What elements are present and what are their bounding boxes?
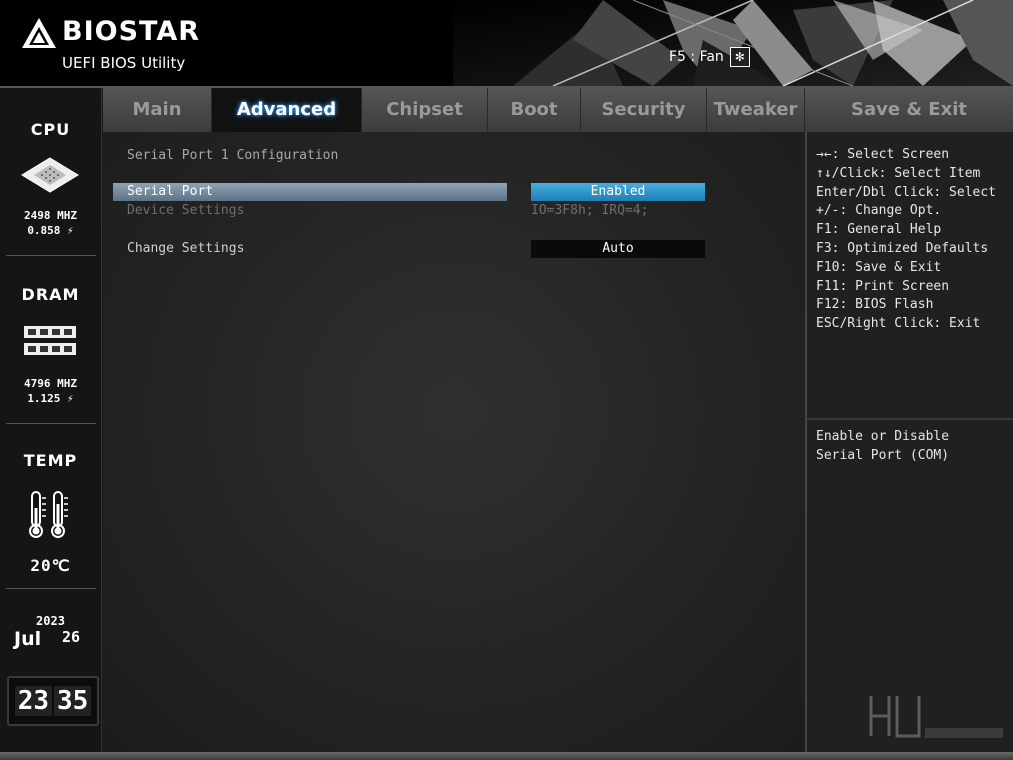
watermark-logo	[869, 696, 1003, 738]
date-year: 2023	[36, 614, 65, 628]
header-art	[453, 0, 1013, 86]
clock-minutes: 35	[54, 686, 92, 716]
tab-main[interactable]: Main	[103, 88, 212, 132]
sidebar-divider	[6, 588, 96, 589]
key-help-item: F3: Optimized Defaults	[816, 240, 989, 256]
date-day: 26	[62, 628, 81, 646]
key-help-item: ESC/Right Click: Exit	[816, 316, 981, 332]
dram-voltage: 1.125 ⚡	[27, 392, 74, 405]
brand-name: BIOSTAR	[62, 16, 201, 47]
brand-subtitle: UEFI BIOS Utility	[62, 54, 186, 72]
bottom-bar	[0, 752, 1013, 760]
key-help-item: F1: General Help	[816, 222, 942, 238]
device-settings-value: IO=3F8h; IRQ=4;	[531, 203, 649, 218]
tab-boot[interactable]: Boot	[488, 88, 581, 132]
section-title: Serial Port 1 Configuration	[127, 148, 339, 163]
settings-panel: Serial Port 1 Configuration Serial Port …	[103, 132, 807, 752]
menu-tabs: Main Advanced Chipset Boot Security Twea…	[103, 88, 1013, 132]
key-help-item: ↑↓/Click: Select Item	[816, 165, 981, 181]
description-line: Serial Port (COM)	[816, 447, 950, 463]
cpu-frequency: 2498 MHZ	[24, 209, 77, 222]
clock: 23 35	[7, 676, 99, 726]
fan-icon: ✻	[729, 47, 750, 67]
thermometer-icon	[29, 491, 68, 538]
dram-label: DRAM	[21, 285, 80, 304]
change-settings-value[interactable]: Auto	[531, 240, 705, 258]
tab-security[interactable]: Security	[581, 88, 707, 132]
cpu-icon	[21, 157, 79, 193]
system-info-sidebar: CPU 2498 MHZ 0.858 ⚡ DRAM 4796 MHZ 1.125…	[0, 88, 102, 760]
clock-hours: 23	[14, 686, 52, 716]
key-help-list: →←: Select Screen ↑↓/Click: Select Item …	[816, 146, 996, 334]
key-help-item: F10: Save & Exit	[816, 259, 942, 275]
cpu-label: CPU	[30, 120, 71, 139]
temp-value: 20℃	[30, 556, 71, 575]
tab-chipset[interactable]: Chipset	[362, 88, 488, 132]
sidebar-divider	[6, 423, 96, 424]
cpu-voltage: 0.858 ⚡	[27, 224, 74, 237]
device-settings-label: Device Settings	[127, 203, 245, 218]
serial-port-value[interactable]: Enabled	[531, 183, 705, 201]
key-help-item: F12: BIOS Flash	[816, 297, 934, 313]
tab-tweaker[interactable]: Tweaker	[707, 88, 805, 132]
item-description: Enable or Disable Serial Port (COM)	[816, 428, 949, 466]
key-help-item: →←: Select Screen	[816, 147, 950, 162]
sidebar-divider	[6, 255, 96, 256]
description-line: Enable or Disable	[816, 429, 950, 444]
temp-label: TEMP	[23, 451, 78, 470]
serial-port-label[interactable]: Serial Port	[127, 184, 213, 199]
tab-save-exit[interactable]: Save & Exit	[805, 88, 1013, 132]
tab-advanced[interactable]: Advanced	[212, 88, 362, 132]
help-divider	[807, 418, 1013, 420]
header: BIOSTAR UEFI BIOS Utility F5 : Fan ✻	[0, 0, 1013, 88]
fan-label: F5 : Fan	[669, 49, 724, 65]
fan-button[interactable]: F5 : Fan ✻	[669, 47, 750, 67]
date-month: Jul	[14, 628, 42, 650]
key-help-item: +/-: Change Opt.	[816, 203, 942, 219]
change-settings-label[interactable]: Change Settings	[127, 241, 244, 256]
biostar-logo-icon	[22, 18, 56, 48]
dram-frequency: 4796 MHZ	[24, 377, 77, 390]
key-help-item: F11: Print Screen	[816, 278, 950, 294]
help-panel: →←: Select Screen ↑↓/Click: Select Item …	[807, 132, 1013, 752]
dram-icon	[24, 326, 76, 355]
key-help-item: Enter/Dbl Click: Select	[816, 184, 997, 200]
